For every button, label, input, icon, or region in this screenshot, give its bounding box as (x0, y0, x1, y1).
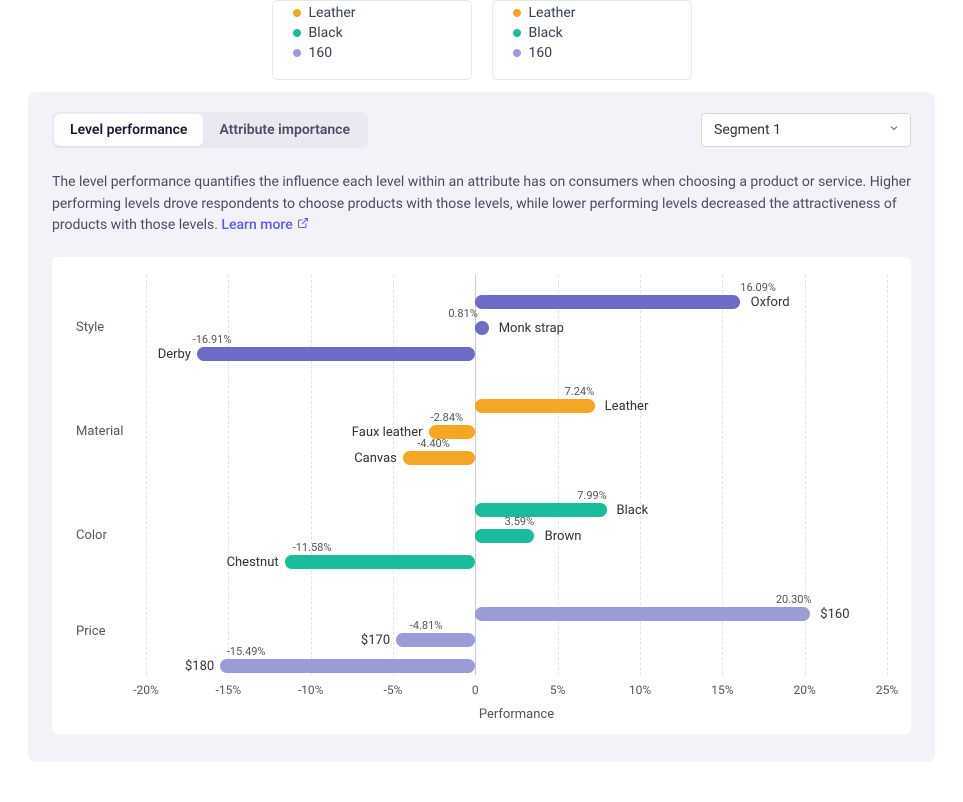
attr-label-style: Style (76, 275, 146, 379)
bar-value: -15.49% (227, 645, 266, 658)
bar-value: -11.58% (293, 541, 332, 554)
bar-row-monk: 0.81% Monk strap (146, 321, 887, 335)
bar-label: Leather (605, 399, 649, 414)
x-axis: -20% -15% -10% -5% 0 5% 10% 15% 20% 25% (146, 683, 887, 701)
bar-value: 7.24% (565, 385, 595, 398)
dot-icon (293, 9, 301, 17)
card-row: 160 (293, 45, 451, 61)
panel-description: The level performance quantifies the inf… (52, 172, 911, 237)
card-label: Black (529, 25, 563, 41)
attr-label-color: Color (76, 483, 146, 587)
chevron-down-icon (888, 122, 900, 138)
bar-row-p160: 20.30% $160 (146, 607, 887, 621)
bar-row-leather: 7.24% Leather (146, 399, 887, 413)
x-tick: 15% (711, 683, 733, 697)
external-link-icon (297, 215, 309, 237)
bar-label: $180 (185, 659, 214, 674)
bar-label: Monk strap (499, 321, 564, 336)
panel-header-row: Level performance Attribute importance S… (52, 112, 911, 148)
bar-value: -2.84% (431, 411, 464, 424)
card-label: 160 (309, 45, 333, 61)
level-performance-panel: Level performance Attribute importance S… (28, 92, 935, 762)
chart-category-column: Style Material Color Price (76, 275, 146, 722)
card-label: Black (309, 25, 343, 41)
bar-row-p180: -15.49% $180 (146, 659, 887, 673)
x-tick: 10% (629, 683, 651, 697)
bar-value: 20.30% (776, 593, 812, 606)
segment-select[interactable]: Segment 1 (701, 113, 911, 147)
bar-row-chestnut: -11.58% Chestnut (146, 555, 887, 569)
bar-value: -4.81% (410, 619, 443, 632)
dot-icon (513, 29, 521, 37)
card-label: 160 (529, 45, 553, 61)
bar-label: Faux leather (352, 425, 423, 440)
dot-icon (513, 49, 521, 57)
bar-label: Black (617, 503, 649, 518)
bar-label: Oxford (751, 295, 790, 310)
bar-row-brown: 3.59% Brown (146, 529, 887, 543)
bar-row-oxford: 16.09% Oxford (146, 295, 887, 309)
dot-icon (293, 49, 301, 57)
summary-card: Leather Black 160 (272, 0, 472, 80)
bar-label: $160 (820, 607, 849, 622)
x-tick: -15% (216, 683, 242, 697)
x-tick: -5% (384, 683, 403, 697)
x-axis-label: Performance (146, 707, 887, 722)
card-row: Black (293, 25, 451, 41)
x-tick: 25% (876, 683, 898, 697)
bar-value: -4.40% (417, 437, 450, 450)
bar-value: -16.91% (193, 333, 232, 346)
bar-value: 16.09% (740, 281, 776, 294)
tab-level-performance[interactable]: Level performance (54, 114, 203, 146)
dot-icon (293, 29, 301, 37)
card-row: Black (513, 25, 671, 41)
learn-more-link[interactable]: Learn more (221, 215, 308, 237)
attr-label-price: Price (76, 587, 146, 675)
bar-label: Chestnut (227, 555, 279, 570)
bar-value: 3.59% (505, 515, 535, 528)
bar-row-derby: -16.91% Derby (146, 347, 887, 361)
card-label: Leather (309, 5, 356, 21)
tab-attribute-importance[interactable]: Attribute importance (203, 114, 366, 146)
x-tick: 5% (550, 683, 566, 697)
card-row: 160 (513, 45, 671, 61)
chart-plot: 16.09% Oxford 0.81% Monk strap -16.91% D… (146, 275, 887, 722)
segment-select-value: Segment 1 (714, 122, 781, 138)
bar-label: Derby (158, 347, 191, 362)
dot-icon (513, 9, 521, 17)
bar-row-faux: -2.84% Faux leather (146, 425, 887, 439)
x-tick: 20% (794, 683, 816, 697)
card-row: Leather (293, 5, 451, 21)
x-tick: 0 (472, 683, 479, 697)
bar-value: 7.99% (577, 489, 607, 502)
attr-label-material: Material (76, 379, 146, 483)
chart-card: Style Material Color Price (52, 257, 911, 734)
x-tick: -10% (298, 683, 324, 697)
bar-label: Canvas (354, 451, 397, 466)
summary-cards-row: Leather Black 160 Leather Black 160 (28, 0, 935, 80)
bar-label: Brown (545, 529, 582, 544)
card-label: Leather (529, 5, 576, 21)
bar-value: 0.81% (448, 307, 478, 320)
x-tick: -20% (133, 683, 159, 697)
card-row: Leather (513, 5, 671, 21)
summary-card: Leather Black 160 (492, 0, 692, 80)
tab-group: Level performance Attribute importance (52, 112, 368, 148)
bar-label: $170 (361, 633, 390, 648)
bar-row-canvas: -4.40% Canvas (146, 451, 887, 465)
